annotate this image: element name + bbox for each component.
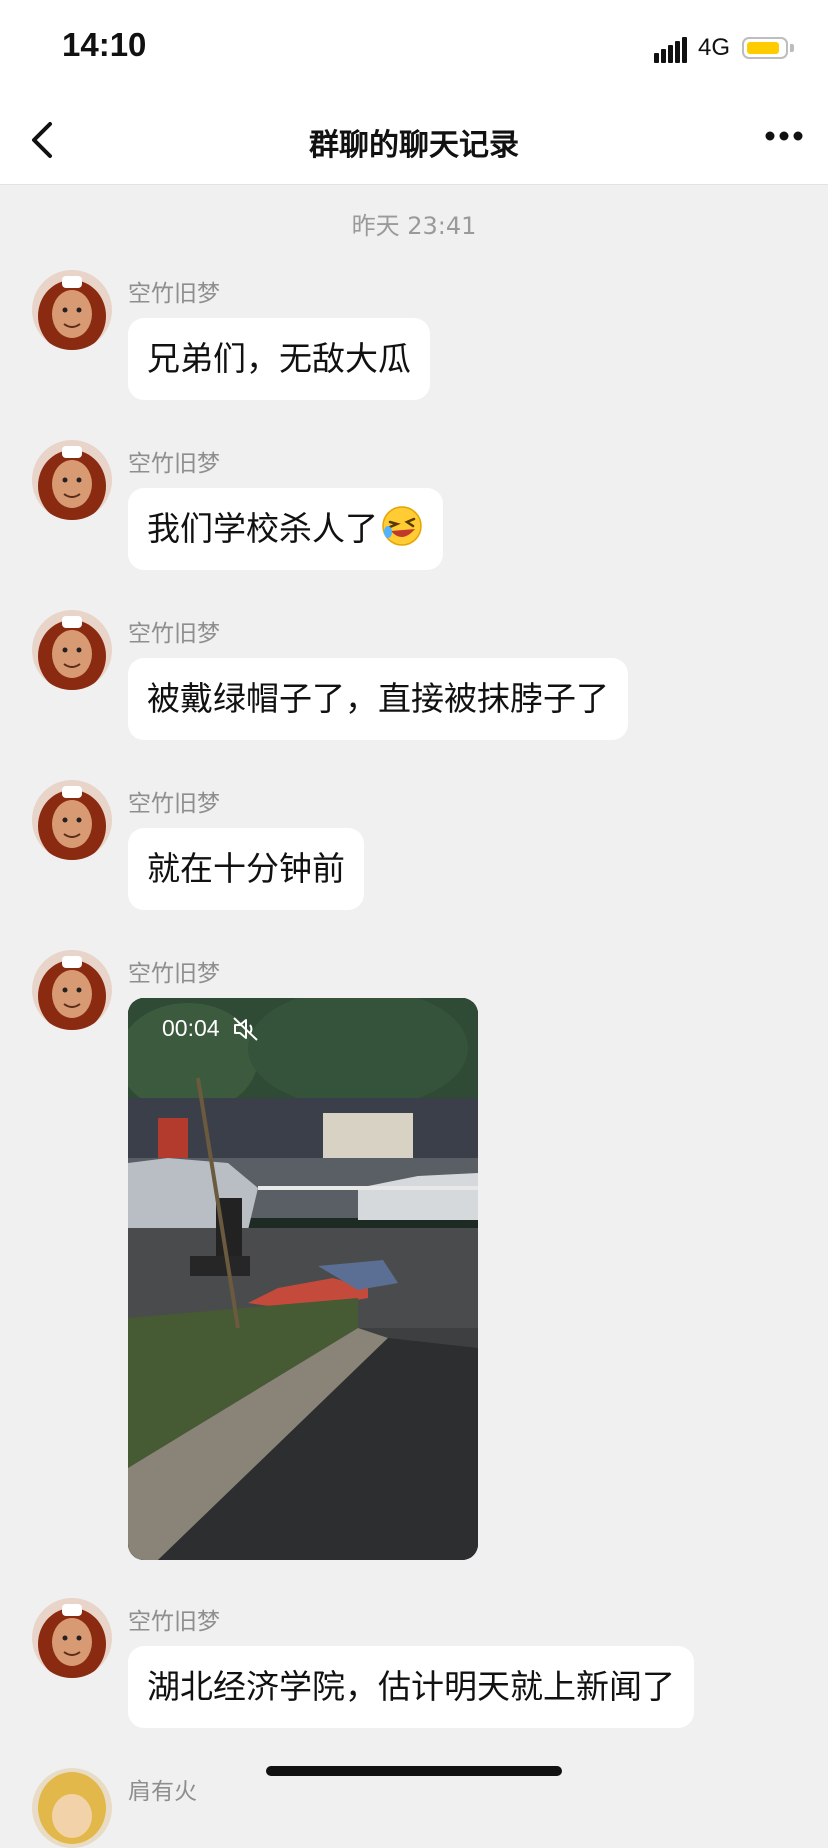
nav-bar: 群聊的聊天记录 [0,96,828,185]
status-bar: 14:10 4G [0,0,828,96]
sender-name: 空竹旧梦 [128,1609,220,1635]
signal-icon [654,37,687,63]
sender-name: 空竹旧梦 [128,281,220,307]
sender-name: 空竹旧梦 [128,961,220,987]
avatar[interactable] [32,440,112,520]
video-thumbnail [128,998,478,1560]
laughing-tears-emoji-icon [382,506,422,546]
muted-speaker-icon[interactable] [232,1016,260,1042]
battery-level [747,42,779,54]
battery-tip [790,44,794,52]
status-time: 14:10 [62,26,147,63]
message-text: 我们学校杀人了 [147,509,378,548]
message-bubble[interactable]: 就在十分钟前 [128,828,364,910]
more-dots-icon[interactable] [764,130,804,142]
avatar[interactable] [32,1768,112,1848]
avatar[interactable] [32,780,112,860]
sender-name: 空竹旧梦 [128,451,220,477]
message-bubble[interactable]: 湖北经济学院，估计明天就上新闻了 [128,1646,694,1728]
message-bubble[interactable]: 兄弟们，无敌大瓜 [128,318,430,400]
chat-timestamp: 昨天 23:41 [351,212,477,240]
video-duration: 00:04 [162,1015,220,1041]
avatar[interactable] [32,1598,112,1678]
message-bubble[interactable]: 被戴绿帽子了，直接被抹脖子了 [128,658,628,740]
avatar[interactable] [32,610,112,690]
avatar[interactable] [32,270,112,350]
network-type: 4G [698,34,731,61]
message-bubble[interactable]: 我们学校杀人了 [128,488,443,570]
sender-name: 肩有火 [128,1779,197,1805]
battery-icon [742,37,788,59]
sender-name: 空竹旧梦 [128,791,220,817]
page-title: 群聊的聊天记录 [309,128,519,163]
avatar[interactable] [32,950,112,1030]
video-message[interactable]: 00:04 [128,998,478,1560]
sender-name: 空竹旧梦 [128,621,220,647]
home-indicator[interactable] [266,1766,562,1776]
